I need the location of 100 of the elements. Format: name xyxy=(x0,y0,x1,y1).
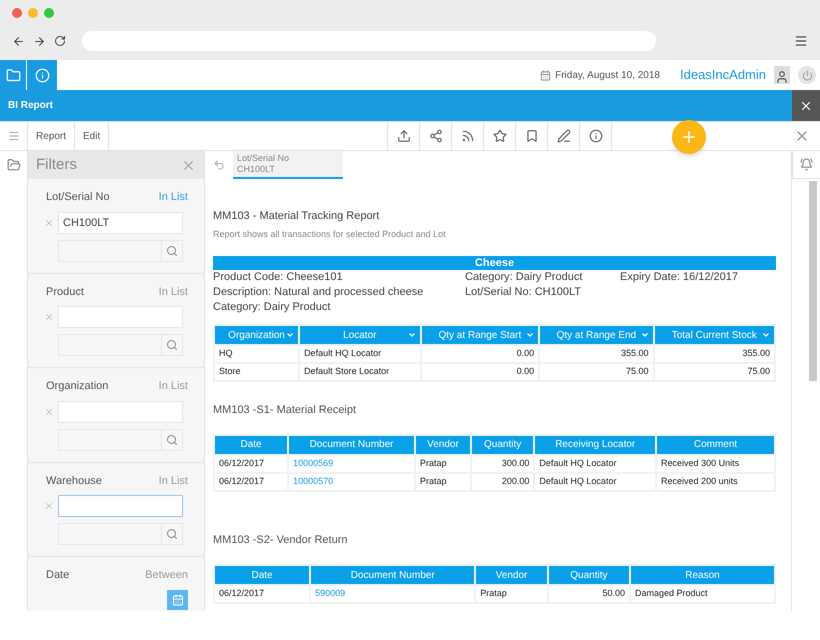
clear-icon[interactable] xyxy=(44,406,54,416)
table-cell: Pratap xyxy=(480,588,507,598)
table-cell: 06/12/2017 xyxy=(219,588,264,598)
table-cell: Received 300 Units xyxy=(661,458,740,468)
upload-icon[interactable] xyxy=(396,129,411,143)
document-link[interactable]: 590009 xyxy=(315,588,346,598)
folder-icon[interactable] xyxy=(6,158,20,172)
forward-icon[interactable] xyxy=(33,34,46,48)
table-cell: Pratap xyxy=(420,476,447,486)
column-menu-icon[interactable] xyxy=(640,331,648,339)
power-button[interactable] xyxy=(798,66,816,84)
folder-icon xyxy=(6,68,20,82)
clear-icon[interactable] xyxy=(44,218,54,228)
filter-mode-link[interactable]: In List xyxy=(158,189,188,206)
plus-icon xyxy=(680,128,698,146)
calendar-icon xyxy=(540,70,552,80)
column-header: Comment xyxy=(657,436,774,454)
table-cell: Default HQ Locator xyxy=(539,458,616,468)
reload-icon[interactable] xyxy=(54,35,66,47)
product-band: Cheese xyxy=(213,256,776,270)
report-title: BI Report xyxy=(7,99,53,113)
share-icon[interactable] xyxy=(428,129,443,143)
product-detail: Product Code: Cheese101 xyxy=(213,270,344,285)
table-cell: Damaged Product xyxy=(635,588,708,598)
search-icon xyxy=(166,528,178,540)
table-cell: Default Store Locator xyxy=(304,366,390,376)
column-header: Date xyxy=(215,566,310,584)
column-header: Locator xyxy=(300,326,420,344)
column-header: Quantity xyxy=(548,566,630,584)
filter-label: Date xyxy=(46,568,70,583)
table-cell: Pratap xyxy=(420,458,447,468)
menu-item[interactable]: Edit xyxy=(75,122,110,150)
menu-icon[interactable] xyxy=(794,34,808,48)
folder-tab[interactable] xyxy=(0,60,26,90)
star-icon[interactable] xyxy=(492,129,507,143)
column-header: Vendor xyxy=(416,436,470,454)
table-cell: Default HQ Locator xyxy=(539,476,616,486)
product-detail: Category: Dairy Product xyxy=(465,270,584,285)
column-header: Total Current Stock xyxy=(654,326,774,344)
person-icon xyxy=(775,70,789,84)
column-header: Receiving Locator xyxy=(535,436,656,454)
filter-mode-link[interactable]: Between xyxy=(145,567,188,584)
info-tab[interactable] xyxy=(27,60,57,90)
table-cell: 06/12/2017 xyxy=(219,476,264,486)
section-title: MM103 -S2- Vendor Return xyxy=(213,532,349,548)
calendar-button[interactable] xyxy=(167,590,188,610)
search-field[interactable] xyxy=(58,428,183,450)
pen-icon[interactable] xyxy=(556,129,571,143)
search-field[interactable] xyxy=(58,334,183,356)
table-cell: Received 200 units xyxy=(661,476,738,486)
scrollbar[interactable] xyxy=(809,181,817,381)
filter-label: Lot/Serial No xyxy=(46,190,110,205)
alert-icon[interactable] xyxy=(800,158,813,171)
search-icon xyxy=(166,244,178,256)
section-title: MM103 -S1- Material Receipt xyxy=(213,403,358,418)
table-cell: 300.00 xyxy=(502,458,530,468)
rss-icon[interactable] xyxy=(460,129,475,143)
date-text: Friday, August 10, 2018 xyxy=(555,68,660,82)
column-menu-icon[interactable] xyxy=(526,331,534,339)
info-icon[interactable] xyxy=(588,129,603,143)
user-link[interactable]: IdeasIncAdmin xyxy=(680,65,766,85)
column-header: Date xyxy=(215,436,288,454)
filter-mode-link[interactable]: In List xyxy=(158,284,188,300)
column-header: Quantity xyxy=(472,436,534,454)
filter-input[interactable]: CH100LT xyxy=(58,212,183,234)
undo-icon[interactable] xyxy=(213,159,225,171)
table-cell: 50.00 xyxy=(602,588,626,598)
column-header: Reason xyxy=(631,566,774,584)
column-header: Document Number xyxy=(311,566,474,584)
search-icon xyxy=(166,339,178,351)
clear-icon[interactable] xyxy=(44,501,54,511)
back-icon[interactable] xyxy=(12,34,25,48)
column-header: Organization xyxy=(215,326,298,344)
table-cell: 355.00 xyxy=(742,348,770,358)
table-cell: Default HQ Locator xyxy=(304,348,382,358)
product-detail: Expiry Date: 16/12/2017 xyxy=(620,270,738,285)
filter-mode-link[interactable]: In List xyxy=(158,472,188,489)
column-menu-icon[interactable] xyxy=(408,331,416,339)
search-icon xyxy=(166,434,178,446)
power-icon xyxy=(802,70,812,80)
report-subtitle: Report shows all transactions for selected Product and Lot xyxy=(213,228,447,241)
table-cell: 06/12/2017 xyxy=(219,458,264,468)
add-button[interactable] xyxy=(672,120,706,154)
search-field[interactable] xyxy=(58,523,183,545)
menu-item[interactable]: Report xyxy=(28,122,76,150)
close-button[interactable] xyxy=(792,90,820,121)
search-field[interactable] xyxy=(58,240,183,262)
clear-icon[interactable] xyxy=(44,312,54,322)
table-cell: 0.00 xyxy=(516,348,534,358)
table-cell: 355.00 xyxy=(620,348,648,358)
product-detail: Category: Dairy Product xyxy=(213,300,332,315)
report-heading: MM103 - Material Tracking Report xyxy=(213,209,380,224)
filter-label: Warehouse xyxy=(46,474,102,488)
filter-mode-link[interactable]: In List xyxy=(158,378,188,394)
bookmark-icon[interactable] xyxy=(524,129,539,143)
column-menu-icon[interactable] xyxy=(286,331,294,339)
filter-chip[interactable]: Lot/Serial No CH100LT xyxy=(233,151,343,179)
product-detail: Description: Natural and processed cheese xyxy=(213,285,424,300)
filter-input[interactable] xyxy=(58,495,183,517)
column-menu-icon[interactable] xyxy=(762,331,770,339)
